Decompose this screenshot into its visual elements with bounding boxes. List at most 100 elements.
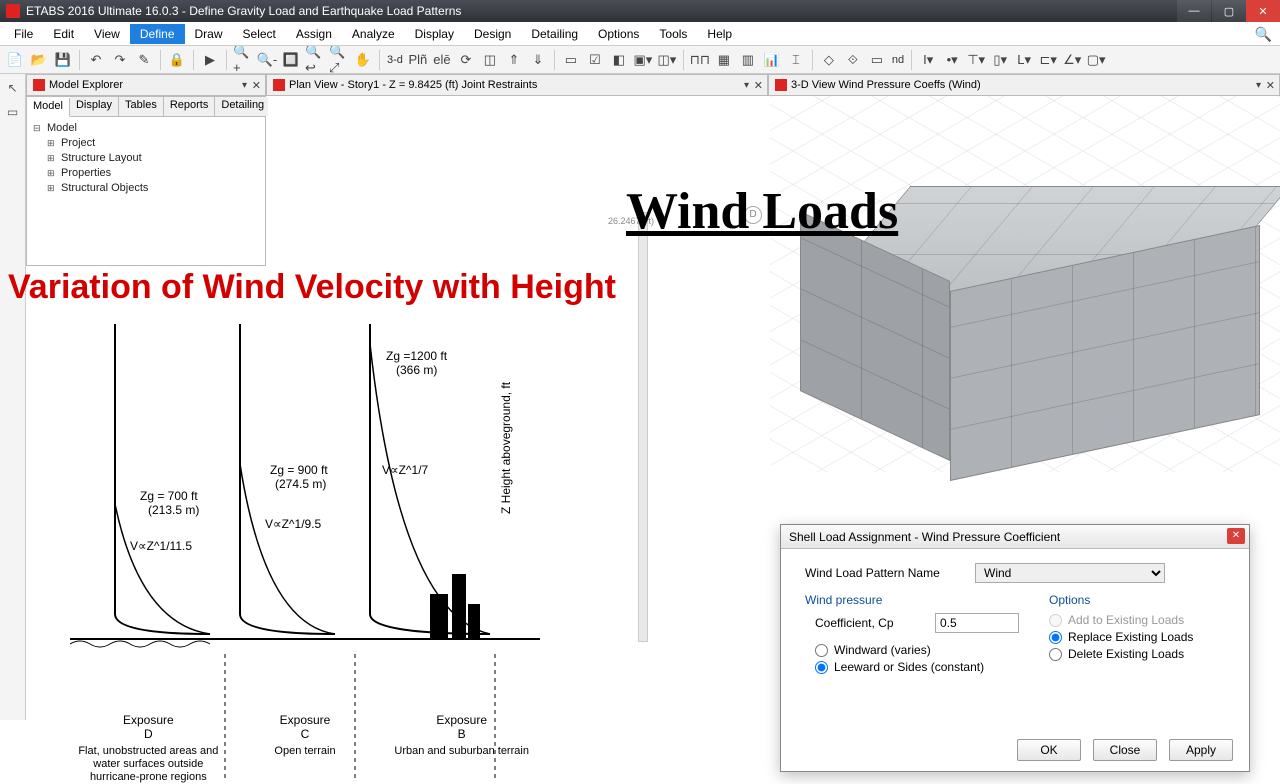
- main-toolbar: 📄 📂 💾 ↶ ↷ ✎ 🔒 ▶ 🔍+ 🔍- 🔲 🔍↩ 🔍⤢ ✋ 3-d Plñ …: [0, 46, 1280, 74]
- perspective-icon[interactable]: ◫: [479, 49, 501, 71]
- coefficient-input[interactable]: [935, 613, 1019, 633]
- open-icon[interactable]: 📂: [28, 49, 50, 71]
- apply-button[interactable]: Apply: [1169, 739, 1233, 761]
- lock-icon[interactable]: 🔒: [166, 49, 188, 71]
- zoom-window-icon[interactable]: 🔲: [280, 49, 302, 71]
- plan-icon[interactable]: Plñ: [407, 49, 429, 71]
- menu-detailing[interactable]: Detailing: [521, 24, 588, 44]
- ok-button[interactable]: OK: [1017, 739, 1081, 761]
- arrow-down-icon[interactable]: ⇓: [527, 49, 549, 71]
- mex-tab-reports[interactable]: Reports: [164, 97, 216, 116]
- menu-draw[interactable]: Draw: [185, 24, 233, 44]
- pan-icon[interactable]: ✋: [352, 49, 374, 71]
- radio-replace-existing[interactable]: Replace Existing Loads: [1049, 630, 1225, 644]
- zoom-prev-icon[interactable]: 🔍↩: [304, 49, 326, 71]
- pin-icon[interactable]: ▾: [1256, 80, 1261, 91]
- box-icon[interactable]: ▢▾: [1085, 49, 1107, 71]
- chart-icon[interactable]: 📊: [761, 49, 783, 71]
- arrow-up-icon[interactable]: ⇑: [503, 49, 525, 71]
- menu-assign[interactable]: Assign: [286, 24, 342, 44]
- view-3d-button[interactable]: 3-d: [385, 54, 405, 66]
- window-maximize-button[interactable]: ▢: [1212, 0, 1246, 22]
- rect-icon[interactable]: ▯▾: [989, 49, 1011, 71]
- angle-icon[interactable]: ∠▾: [1061, 49, 1083, 71]
- units-nd[interactable]: nd: [890, 54, 906, 66]
- Ibeam-icon[interactable]: I▾: [917, 49, 939, 71]
- l-icon[interactable]: L▾: [1013, 49, 1035, 71]
- snap1-icon[interactable]: ◇: [818, 49, 840, 71]
- mex-tab-detailing[interactable]: Detailing: [215, 97, 271, 116]
- redo-icon[interactable]: ↷: [109, 49, 131, 71]
- radio-delete-existing[interactable]: Delete Existing Loads: [1049, 647, 1225, 661]
- close-icon[interactable]: ✕: [1266, 79, 1275, 92]
- window-close-button[interactable]: ✕: [1246, 0, 1280, 22]
- run-icon[interactable]: ▶: [199, 49, 221, 71]
- dot-icon[interactable]: •▾: [941, 49, 963, 71]
- object-icon[interactable]: ▭: [560, 49, 582, 71]
- shape2-icon[interactable]: ▣▾: [632, 49, 654, 71]
- new-icon[interactable]: 📄: [4, 49, 26, 71]
- menu-view[interactable]: View: [84, 24, 130, 44]
- pencil-icon[interactable]: ✎: [133, 49, 155, 71]
- c-icon[interactable]: ⊏▾: [1037, 49, 1059, 71]
- snap2-icon[interactable]: ⟐: [842, 49, 864, 71]
- mex-tab-model[interactable]: Model: [27, 98, 70, 117]
- overlay-title-wind-loads: Wind Loads: [626, 182, 898, 241]
- pointer-icon[interactable]: ↖: [3, 78, 23, 98]
- pin-icon[interactable]: ▾: [744, 80, 749, 91]
- zoom-in-icon[interactable]: 🔍+: [232, 49, 254, 71]
- pin-icon[interactable]: ▾: [242, 80, 247, 91]
- rotate-icon[interactable]: ⟳: [455, 49, 477, 71]
- menu-help[interactable]: Help: [697, 24, 742, 44]
- mex-tab-tables[interactable]: Tables: [119, 97, 164, 116]
- grid-icon[interactable]: ▦: [713, 49, 735, 71]
- panel-tab-plan-view[interactable]: Plan View - Story1 - Z = 9.8425 (ft) Joi…: [266, 74, 768, 96]
- svg-text:Z Height aboveground, ft: Z Height aboveground, ft: [499, 381, 513, 514]
- menu-define[interactable]: Define: [130, 24, 185, 44]
- search-icon[interactable]: 🔍: [1255, 26, 1272, 43]
- panel-tab-model-explorer[interactable]: Model Explorer ▾ ✕: [26, 74, 266, 96]
- radio-windward[interactable]: Windward (varies): [815, 643, 1019, 657]
- check-icon[interactable]: ☑: [584, 49, 606, 71]
- section-icon[interactable]: ⌶: [785, 49, 807, 71]
- menu-display[interactable]: Display: [405, 24, 464, 44]
- window-minimize-button[interactable]: —: [1177, 0, 1211, 22]
- measure-icon[interactable]: ⊓⊓: [689, 49, 711, 71]
- close-icon[interactable]: ✕: [754, 79, 763, 92]
- panel-tab-3d-view[interactable]: 3-D View Wind Pressure Coeffs (Wind) ▾ ✕: [768, 74, 1280, 96]
- pattern-name-select[interactable]: Wind: [975, 563, 1165, 583]
- menu-design[interactable]: Design: [464, 24, 521, 44]
- dialog-titlebar[interactable]: Shell Load Assignment - Wind Pressure Co…: [781, 525, 1249, 549]
- dialog-close-button[interactable]: ✕: [1227, 528, 1245, 544]
- prop-icon[interactable]: ▥: [737, 49, 759, 71]
- tree-item-properties[interactable]: Properties: [47, 166, 259, 181]
- mex-tab-display[interactable]: Display: [70, 97, 119, 116]
- elev-icon[interactable]: elē: [431, 49, 453, 71]
- tree-item-structure-layout[interactable]: Structure Layout: [47, 151, 259, 166]
- svg-text:V∝Z^1/11.5: V∝Z^1/11.5: [130, 539, 192, 553]
- shape3-icon[interactable]: ◫▾: [656, 49, 678, 71]
- menu-analyze[interactable]: Analyze: [342, 24, 405, 44]
- menu-edit[interactable]: Edit: [43, 24, 84, 44]
- tree-item-project[interactable]: Project: [47, 136, 259, 151]
- menu-file[interactable]: File: [4, 24, 43, 44]
- plan-element: [638, 212, 648, 642]
- shape1-icon[interactable]: ◧: [608, 49, 630, 71]
- tree-item-structural-objects[interactable]: Structural Objects: [47, 181, 259, 196]
- undo-icon[interactable]: ↶: [85, 49, 107, 71]
- close-button[interactable]: Close: [1093, 739, 1157, 761]
- menu-options[interactable]: Options: [588, 24, 649, 44]
- radio-leeward[interactable]: Leeward or Sides (constant): [815, 660, 1019, 674]
- close-icon[interactable]: ✕: [252, 79, 261, 92]
- zoom-full-icon[interactable]: 🔍⤢: [328, 49, 350, 71]
- snap3-icon[interactable]: ▭: [866, 49, 888, 71]
- menu-select[interactable]: Select: [233, 24, 286, 44]
- 3d-view-canvas[interactable]: [770, 96, 1280, 472]
- menu-tools[interactable]: Tools: [649, 24, 697, 44]
- tee-icon[interactable]: ⊤▾: [965, 49, 987, 71]
- menu-bar: File Edit View Define Draw Select Assign…: [0, 22, 1280, 46]
- zoom-out-icon[interactable]: 🔍-: [256, 49, 278, 71]
- tree-root[interactable]: Model: [33, 121, 259, 136]
- save-icon[interactable]: 💾: [52, 49, 74, 71]
- select-icon[interactable]: ▭: [3, 102, 23, 122]
